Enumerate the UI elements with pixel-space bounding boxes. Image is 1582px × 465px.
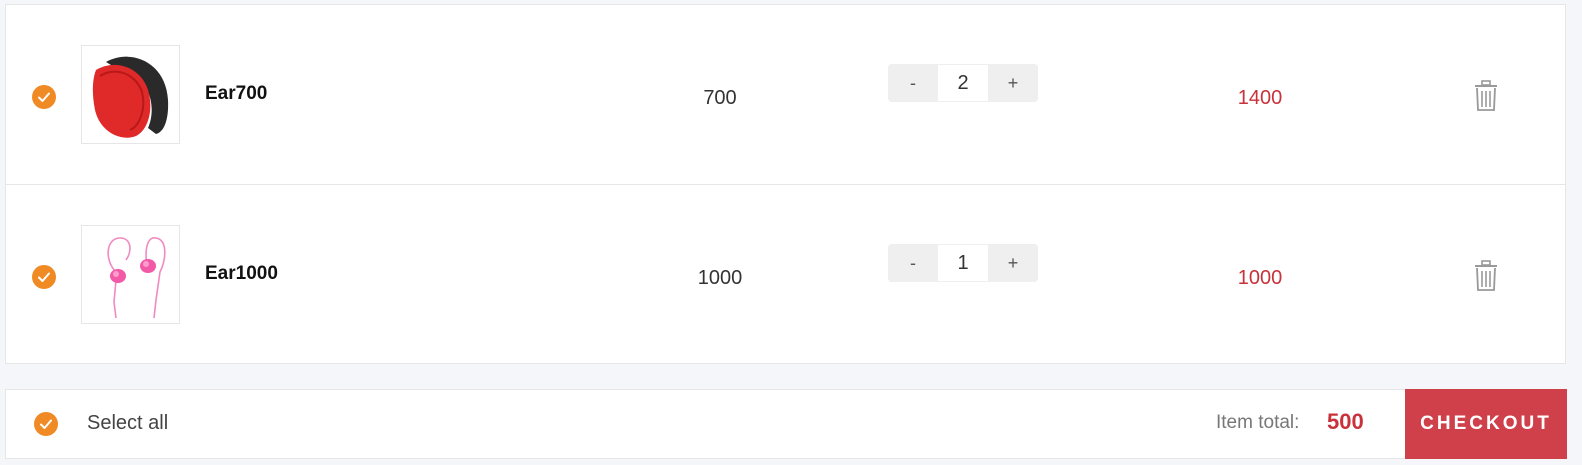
- quantity-stepper: - 2 +: [888, 64, 1038, 102]
- item-select-checkbox[interactable]: [32, 85, 56, 109]
- quantity-input[interactable]: 2: [938, 65, 988, 101]
- cart-item-row: Ear1000 1000 - 1 + 1000: [6, 184, 1565, 363]
- red-headphones-image: [92, 56, 168, 138]
- product-name[interactable]: Ear1000: [205, 263, 278, 285]
- product-image[interactable]: [81, 225, 180, 324]
- quantity-stepper: - 1 +: [888, 244, 1038, 282]
- item-total-label: Item total:: [1216, 412, 1300, 433]
- check-icon: [40, 419, 52, 429]
- item-total-value: 500: [1327, 409, 1364, 434]
- cart-item-list: Ear700 700 - 2 + 1400 Ear1000 1000 - 1 +…: [5, 4, 1566, 364]
- item-subtotal: 1000: [1237, 267, 1283, 289]
- product-image[interactable]: [81, 45, 180, 144]
- trash-icon: [1475, 260, 1497, 291]
- unit-price: 700: [703, 87, 737, 109]
- unit-price: 1000: [697, 267, 743, 289]
- select-all-label[interactable]: Select all: [87, 412, 168, 435]
- delete-item-button[interactable]: [1471, 79, 1501, 113]
- checkout-button[interactable]: CHECKOUT: [1405, 389, 1567, 459]
- cart-footer: Select all Item total: 500 CHECKOUT: [5, 389, 1567, 459]
- check-icon: [38, 92, 50, 102]
- decrease-quantity-button[interactable]: -: [888, 244, 938, 282]
- item-subtotal: 1400: [1237, 87, 1283, 109]
- pink-earphones-image: [106, 236, 166, 318]
- trash-icon: [1475, 80, 1497, 111]
- item-select-checkbox[interactable]: [32, 265, 56, 289]
- increase-quantity-button[interactable]: +: [988, 244, 1038, 282]
- cart-item-row: Ear700 700 - 2 + 1400: [6, 5, 1565, 184]
- delete-item-button[interactable]: [1471, 259, 1501, 293]
- increase-quantity-button[interactable]: +: [988, 64, 1038, 102]
- decrease-quantity-button[interactable]: -: [888, 64, 938, 102]
- quantity-input[interactable]: 1: [938, 245, 988, 281]
- check-icon: [38, 272, 50, 282]
- select-all-checkbox[interactable]: [34, 412, 58, 436]
- product-name[interactable]: Ear700: [205, 83, 267, 105]
